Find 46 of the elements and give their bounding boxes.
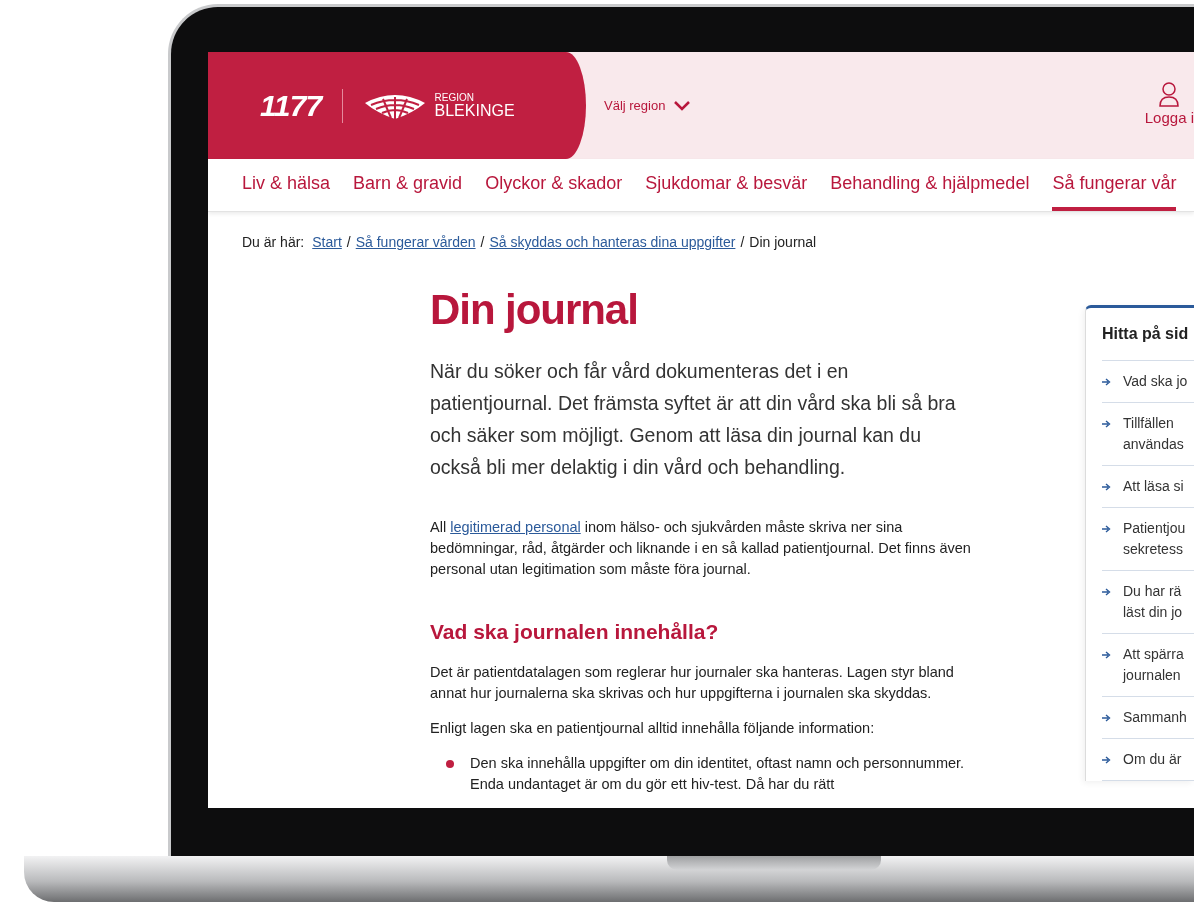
breadcrumb-link[interactable]: Så skyddas och hanteras dina uppgifter xyxy=(489,232,736,253)
arrow-right-icon xyxy=(1102,525,1111,533)
toc-title: Hitta på sid xyxy=(1102,308,1194,361)
user-icon xyxy=(1158,81,1181,108)
breadcrumb-link[interactable]: Så fungerar vården xyxy=(355,232,476,253)
arrow-right-icon xyxy=(1102,483,1111,491)
breadcrumb-separator: / xyxy=(346,233,351,252)
region-label: REGION xyxy=(434,92,475,103)
login-button[interactable]: Logga i xyxy=(1134,81,1194,130)
body-paragraph: Det är patientdatalagen som reglerar hur journaler ska hanteras. Lagen styr bland annat hur journalerna ska skrivas och hur uppgifterna i journalen ska skyddas. xyxy=(430,662,955,703)
nav-tab[interactable]: Så fungerar vår xyxy=(1052,159,1177,211)
body-paragraph: Enligt lagen ska en patientjournal alltid innehålla följande information: xyxy=(430,718,876,738)
intro-paragraph: All legitimerad personal inom hälso- och sjukvården måste skriva ner sina bedömningar, råd, åtgärder och liknande i en så kallad patientjournal. Det finns även personal utan legitimation som måste föra journal. xyxy=(430,518,972,579)
lead-paragraph: När du söker och får vård dokumenteras det i en patientjournal. Det främsta syftet är att din vård ska bli så bra och säker som möjligt. Genom att läsa din journal kan du också bli mer delaktig i din vård och behandling. xyxy=(430,359,957,480)
arrow-right-icon xyxy=(1102,588,1111,596)
toc-link[interactable]: Vad ska jo xyxy=(1102,361,1194,403)
nav-tab[interactable]: Barn & gravid xyxy=(353,159,463,211)
nav-tab[interactable]: Liv & hälsa xyxy=(242,159,331,211)
toc-link[interactable]: Att spärra journalen xyxy=(1102,634,1194,697)
toc-link[interactable]: Om du är xyxy=(1102,739,1194,781)
logo-text: 1177 xyxy=(260,88,322,124)
toc-link[interactable]: Sammanh xyxy=(1102,697,1194,739)
toc-link[interactable]: Att läsa si xyxy=(1102,466,1194,508)
region-select[interactable]: Välj region xyxy=(604,95,692,116)
arrow-right-icon xyxy=(1102,756,1111,764)
section-heading: Vad ska journalen innehålla? xyxy=(430,619,720,645)
nav-tab[interactable]: Olyckor & skador xyxy=(485,159,623,211)
chevron-down-icon xyxy=(673,99,692,112)
arrow-right-icon xyxy=(1102,714,1111,722)
breadcrumb-link[interactable]: Start xyxy=(312,232,342,253)
toc-link[interactable]: Patientjou sekretess xyxy=(1102,508,1194,571)
arrow-right-icon xyxy=(1102,420,1111,428)
region-name: BLEKINGE xyxy=(434,102,515,119)
toc-link[interactable]: Du har rä läst din jo xyxy=(1102,571,1194,634)
personnel-link[interactable]: legitimerad personal xyxy=(450,519,581,535)
breadcrumb-separator: / xyxy=(740,233,745,252)
breadcrumb-separator: / xyxy=(480,233,485,252)
nav-tab[interactable]: Behandling & hjälpmedel xyxy=(830,159,1030,211)
page-title: Din journal xyxy=(430,289,639,331)
breadcrumb-prefix: Du är här: xyxy=(242,233,305,252)
breadcrumb-current: Din journal xyxy=(749,233,817,252)
arrow-right-icon xyxy=(1102,651,1111,659)
bullet-text: Den ska innehålla uppgifter om din identitet, oftast namn och personnummer. Enda undantaget är om du gör ett hiv-test. Då har du rätt xyxy=(470,753,966,794)
arrow-right-icon xyxy=(1102,378,1111,386)
nav-tab[interactable]: Sjukdomar & besvär xyxy=(645,159,808,211)
toc-link[interactable]: Tillfällen användas xyxy=(1102,403,1194,466)
